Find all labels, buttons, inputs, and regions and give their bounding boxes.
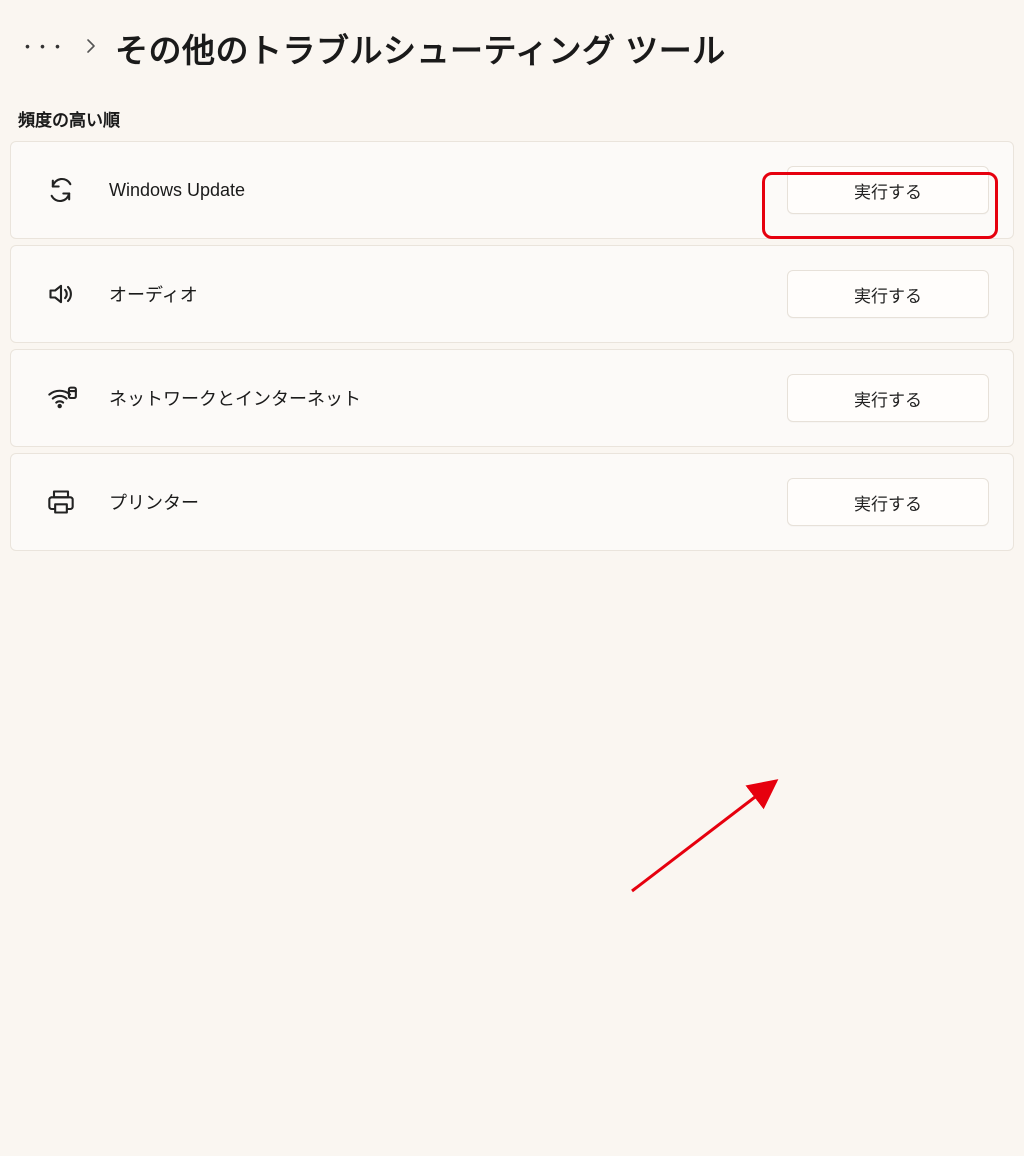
breadcrumb-ellipsis-button[interactable]: ･･･ [22, 30, 67, 66]
sync-icon [47, 176, 81, 204]
chevron-right-icon [83, 38, 99, 59]
annotation-arrow [0, 551, 1024, 1156]
run-button[interactable]: 実行する [787, 374, 989, 422]
page-title: その他のトラブルシューティング ツール [115, 24, 726, 72]
troubleshooter-label: ネットワークとインターネット [109, 385, 787, 411]
troubleshooter-row-windows-update: Windows Update 実行する [10, 141, 1014, 239]
run-button[interactable]: 実行する [787, 478, 989, 526]
run-button[interactable]: 実行する [787, 166, 989, 214]
troubleshooter-row-printer: プリンター 実行する [10, 453, 1014, 551]
troubleshooter-label: オーディオ [109, 281, 787, 307]
run-button[interactable]: 実行する [787, 270, 989, 318]
speaker-icon [47, 280, 81, 308]
troubleshooter-label: Windows Update [109, 180, 787, 201]
troubleshooter-list: Windows Update 実行する オーディオ 実行する ネットワークとイン… [0, 141, 1024, 551]
troubleshooter-row-network: ネットワークとインターネット 実行する [10, 349, 1014, 447]
section-header: 頻度の高い順 [0, 82, 1024, 141]
printer-icon [47, 488, 81, 516]
breadcrumb: ･･･ その他のトラブルシューティング ツール [0, 0, 1024, 82]
wifi-icon [47, 384, 81, 412]
troubleshooter-label: プリンター [109, 489, 787, 515]
troubleshooter-row-audio: オーディオ 実行する [10, 245, 1014, 343]
